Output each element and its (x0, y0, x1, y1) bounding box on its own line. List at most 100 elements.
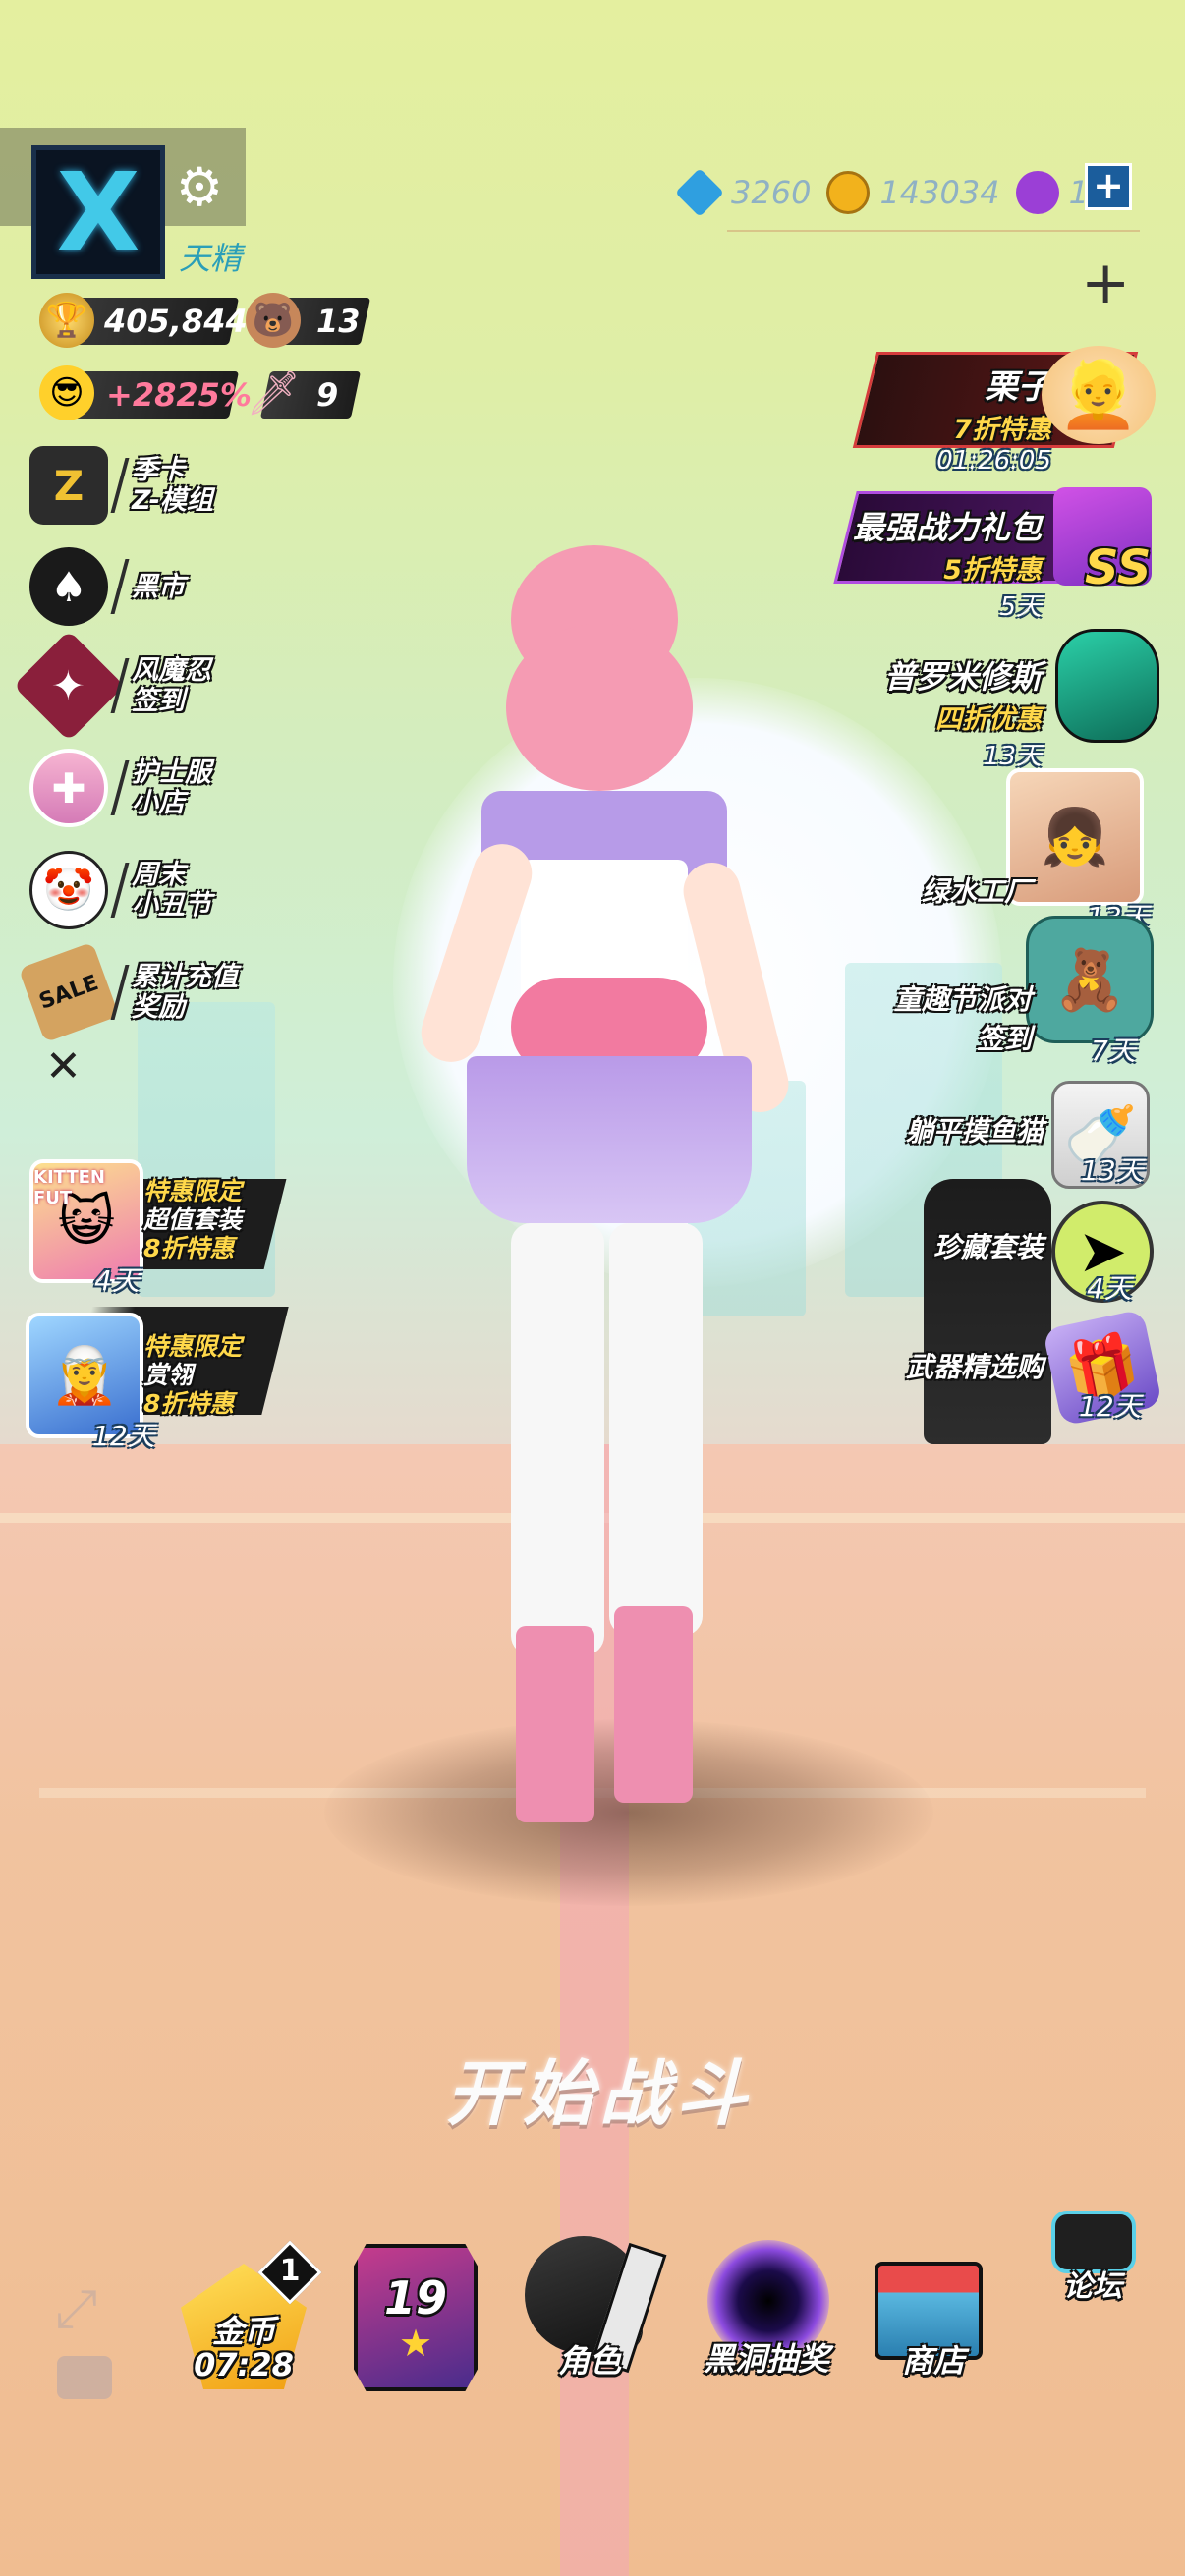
promo-title: 最强战力礼包 (852, 509, 1042, 546)
bonus-percent: +2825% (106, 376, 252, 414)
close-icon[interactable]: ✕ (45, 1041, 82, 1092)
ss-badge: SS (1085, 540, 1152, 595)
divider (110, 559, 130, 614)
divider (110, 965, 130, 1020)
player-name: 天精 (179, 240, 243, 277)
promo-sub: 7折特惠 (953, 415, 1051, 445)
menu-label: 季卡 Z-模组 (132, 455, 213, 516)
prometheus-helmet-icon[interactable] (1055, 629, 1159, 743)
sale-tag-icon: SALE (18, 941, 120, 1043)
offer-line: 8折特惠 (143, 1389, 235, 1418)
gold-coin-icon (826, 171, 871, 214)
forum-button[interactable]: 论坛 (1044, 2205, 1142, 2304)
menu-label: 黑市 (132, 571, 185, 602)
sword-count: 9 (316, 376, 339, 414)
trophy-icon: 🏆 (39, 293, 94, 348)
player-character[interactable] (413, 545, 845, 1921)
promo-sub: 5折特惠 (943, 555, 1042, 586)
menu-recharge-reward[interactable]: SALE 累计充值 奖励 (18, 941, 314, 1043)
menu-fengmoren[interactable]: ✦ 风魔忍 签到 (13, 630, 285, 742)
promo-sub: 四折优惠 (935, 704, 1042, 735)
menu-label: 累计充值 奖励 (132, 962, 238, 1023)
diamond-count: 3260 (731, 174, 812, 211)
character-hair (506, 624, 693, 791)
nurse-hat-icon: ✚ (29, 749, 108, 827)
camera-icon[interactable] (57, 2356, 112, 2399)
black-figure-decoration (924, 1179, 1051, 1444)
bear-count: 13 (316, 303, 361, 340)
divider (727, 230, 1140, 232)
menu-label: 护士服 小店 (132, 757, 211, 818)
nav-label: 金币 07:28 (194, 2313, 294, 2383)
offer-line: 8折特惠 (143, 1234, 235, 1262)
nav-blackhole[interactable]: 黑洞抽奖 (688, 2234, 845, 2411)
logo-letter: X (56, 149, 141, 275)
event-weapon-select[interactable]: 武器精选购 (776, 1346, 1044, 1385)
event-green-factory[interactable]: 绿水工厂 (786, 870, 1032, 910)
event-rare-outfit[interactable]: 珍藏套装 (786, 1226, 1044, 1265)
promo-days: 13天 (983, 742, 1042, 771)
add-currency-button[interactable]: + (1085, 163, 1132, 210)
gold-count: 143034 (879, 174, 1000, 211)
nav-label: 黑洞抽奖 (703, 2340, 829, 2378)
offer-text-kitten[interactable]: 特惠限定 超值套装 8折特惠 (143, 1177, 242, 1262)
promo-strongest-pack[interactable]: 最强战力礼包 5折特惠 5天 (806, 503, 1042, 623)
divider (110, 863, 130, 918)
player-avatar[interactable]: X (31, 145, 165, 279)
star-icon: ★ (398, 2322, 433, 2365)
nav-label: 角色 (557, 2342, 621, 2380)
event-fun-party[interactable]: 童趣节派对 签到 (776, 979, 1032, 1057)
offer-text-shangling[interactable]: 特惠限定 赏翎 8折特惠 (143, 1332, 242, 1418)
event-days: 4天 (1087, 1272, 1132, 1305)
menu-label: 风魔忍 签到 (132, 655, 211, 716)
event-lazy-cat[interactable]: 躺平摸鱼猫 (786, 1110, 1044, 1149)
menu-label: 周末 小丑节 (132, 860, 211, 921)
purple-gem-icon (1015, 171, 1059, 214)
nav-character[interactable]: 角色 (511, 2236, 668, 2413)
expand-plus-icon[interactable]: + (1081, 253, 1130, 312)
clown-icon: 🤡 (29, 851, 108, 929)
divider (110, 760, 130, 815)
level-number: 19 (383, 2271, 447, 2324)
character-right-boot (614, 1606, 693, 1803)
diamond-icon (675, 168, 724, 217)
nav-level[interactable]: 19 ★ (354, 2244, 478, 2391)
divider (110, 458, 130, 513)
bear-icon: 🐻 (246, 293, 301, 348)
party-bear-icon[interactable]: 🧸 (1026, 916, 1154, 1043)
character-left-leg (511, 1223, 604, 1655)
offer-days: 4天 (94, 1264, 140, 1297)
promo-title: 普罗米修斯 (883, 658, 1042, 696)
badge-count: 1 (279, 2254, 301, 2288)
emoji-bonus-icon: 😎 (39, 365, 94, 420)
menu-nurse-shop[interactable]: ✚ 护士服 小店 (29, 747, 285, 829)
menu-clown-festival[interactable]: 🤡 周末 小丑节 (29, 849, 285, 931)
character-right-leg (609, 1223, 703, 1636)
promo-lizi[interactable]: 栗子 7折特惠 01:26:05 (884, 360, 1051, 476)
event-days: 13天 (1081, 1154, 1144, 1187)
character-left-boot (516, 1626, 594, 1822)
z-module-icon: Z (29, 446, 108, 525)
fullscreen-icon[interactable]: ⤢ (55, 2277, 97, 2340)
nav-label: 商店 (901, 2342, 965, 2380)
offer-line: 赏翎 (143, 1361, 194, 1389)
trophy-count: 405,844 (104, 303, 248, 340)
menu-season-card[interactable]: Z 季卡 Z-模组 (29, 444, 265, 527)
promo-timer: 01:26:05 (936, 446, 1051, 476)
promo-days: 5天 (999, 592, 1042, 622)
nav-shop[interactable]: 商店 (865, 2244, 1002, 2411)
start-battle-button[interactable]: 开始战斗 (413, 2036, 786, 2139)
offer-line: 超值套装 (143, 1205, 243, 1234)
shuriken-icon: ✦ (13, 630, 125, 742)
offer-line: 特惠限定 (143, 1332, 243, 1361)
sword-icon: 🗡 (246, 368, 301, 419)
promo-prometheus[interactable]: 普罗米修斯 四折优惠 13天 (816, 652, 1042, 772)
nav-gold[interactable]: 1 金币 07:28 (175, 2240, 322, 2427)
character-skirt (467, 1056, 752, 1223)
spade-icon: ♠ (29, 547, 108, 626)
menu-black-market[interactable]: ♠ 黑市 (29, 545, 265, 628)
gear-icon[interactable]: ⚙ (173, 161, 226, 214)
event-days: 7天 (1091, 1035, 1136, 1067)
lizi-avatar[interactable]: 👱 (1042, 346, 1156, 444)
currency-bar: 3260 143034 10 (675, 161, 1110, 224)
